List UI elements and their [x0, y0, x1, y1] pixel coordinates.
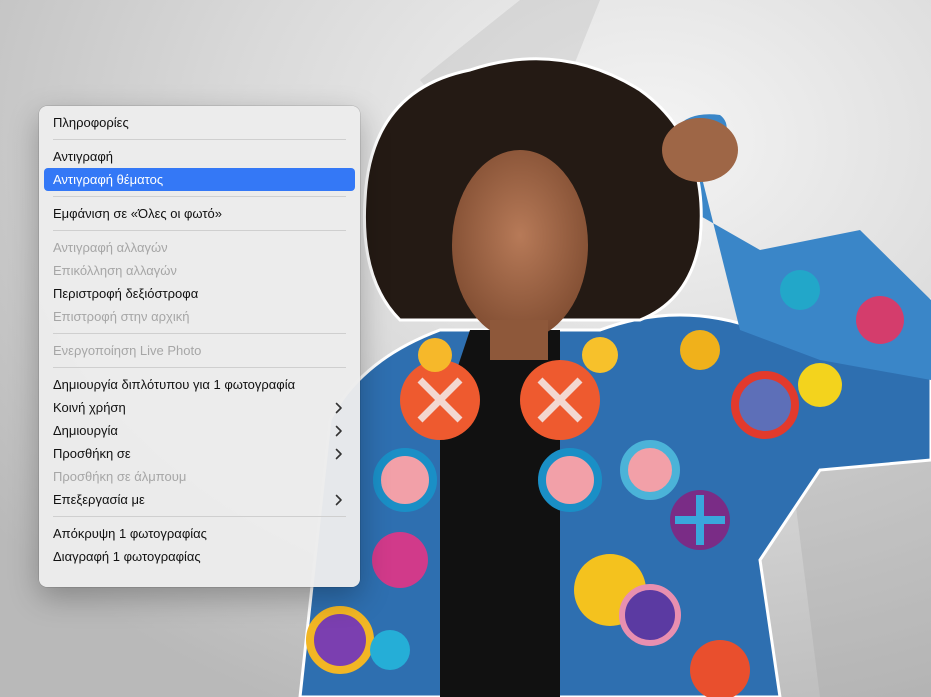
- context-menu: Πληροφορίες Αντιγραφή Αντιγραφή θέματος …: [39, 106, 360, 587]
- menu-separator: [53, 367, 346, 368]
- menu-item-duplicate[interactable]: Δημιουργία διπλότυπου για 1 φωτογραφία: [44, 373, 355, 396]
- chevron-right-icon: [333, 396, 345, 419]
- menu-item-label: Δημιουργία διπλότυπου για 1 φωτογραφία: [53, 377, 296, 392]
- menu-item-copy-edits: Αντιγραφή αλλαγών: [44, 236, 355, 259]
- menu-item-label: Απόκρυψη 1 φωτογραφίας: [53, 526, 207, 541]
- menu-item-hide-photo[interactable]: Απόκρυψη 1 φωτογραφίας: [44, 522, 355, 545]
- menu-item-turn-on-live-photo: Ενεργοποίηση Live Photo: [44, 339, 355, 362]
- menu-separator: [53, 139, 346, 140]
- chevron-right-icon: [333, 419, 345, 442]
- chevron-right-icon: [333, 442, 345, 465]
- menu-item-share[interactable]: Κοινή χρήση: [44, 396, 355, 419]
- menu-item-label: Επεξεργασία με: [53, 492, 145, 507]
- menu-item-revert-to-original: Επιστροφή στην αρχική: [44, 305, 355, 328]
- chevron-right-icon: [333, 488, 345, 511]
- menu-item-label: Κοινή χρήση: [53, 400, 126, 415]
- menu-item-show-in-all-photos[interactable]: Εμφάνιση σε «Όλες οι φωτό»: [44, 202, 355, 225]
- menu-item-paste-edits: Επικόλληση αλλαγών: [44, 259, 355, 282]
- menu-item-delete-photo[interactable]: Διαγραφή 1 φωτογραφίας: [44, 545, 355, 568]
- menu-separator: [53, 230, 346, 231]
- menu-item-label: Αντιγραφή: [53, 149, 114, 164]
- menu-item-label: Αντιγραφή αλλαγών: [53, 240, 168, 255]
- menu-item-edit-with[interactable]: Επεξεργασία με: [44, 488, 355, 511]
- menu-item-label: Προσθήκη σε: [53, 446, 131, 461]
- menu-item-label: Περιστροφή δεξιόστροφα: [53, 286, 199, 301]
- menu-item-label: Αντιγραφή θέματος: [53, 172, 164, 187]
- menu-item-label: Ενεργοποίηση Live Photo: [53, 343, 202, 358]
- menu-separator: [53, 196, 346, 197]
- menu-item-rotate-clockwise[interactable]: Περιστροφή δεξιόστροφα: [44, 282, 355, 305]
- menu-separator: [53, 333, 346, 334]
- menu-item-copy[interactable]: Αντιγραφή: [44, 145, 355, 168]
- menu-item-add-to-album: Προσθήκη σε άλμπουμ: [44, 465, 355, 488]
- menu-item-label: Πληροφορίες: [53, 115, 129, 130]
- menu-item-add-to[interactable]: Προσθήκη σε: [44, 442, 355, 465]
- menu-item-label: Επικόλληση αλλαγών: [53, 263, 177, 278]
- menu-item-copy-subject[interactable]: Αντιγραφή θέματος: [44, 168, 355, 191]
- menu-item-label: Εμφάνιση σε «Όλες οι φωτό»: [53, 206, 222, 221]
- menu-item-create[interactable]: Δημιουργία: [44, 419, 355, 442]
- menu-item-info[interactable]: Πληροφορίες: [44, 111, 355, 134]
- menu-item-label: Επιστροφή στην αρχική: [53, 309, 190, 324]
- menu-separator: [53, 516, 346, 517]
- menu-item-label: Δημιουργία: [53, 423, 118, 438]
- menu-item-label: Διαγραφή 1 φωτογραφίας: [53, 549, 201, 564]
- menu-item-label: Προσθήκη σε άλμπουμ: [53, 469, 187, 484]
